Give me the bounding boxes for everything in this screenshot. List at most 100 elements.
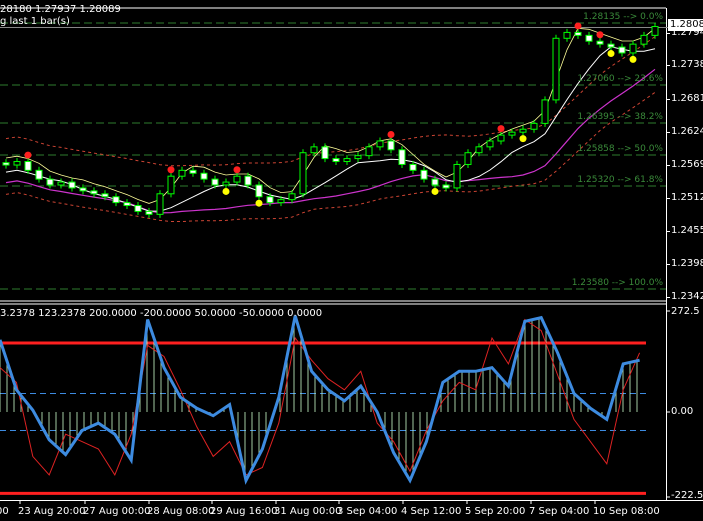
- candle-body: [13, 161, 21, 166]
- candle-body: [409, 163, 417, 171]
- candle-body: [376, 140, 384, 148]
- fib-level-label: 1.23580 --> 100.0%: [571, 278, 663, 288]
- price-tick: [666, 65, 670, 66]
- candle-body: [629, 43, 637, 54]
- candle-body: [277, 199, 285, 204]
- candle-body: [508, 131, 516, 136]
- candle-body: [46, 178, 54, 186]
- time-axis-label: 4 Sep 12:00: [401, 506, 462, 517]
- time-axis-label: 3 Sep 04:00: [337, 506, 398, 517]
- candle-body: [244, 175, 252, 186]
- candle-body: [475, 146, 483, 154]
- price-tick: [666, 132, 670, 133]
- fractal-up-dot: [24, 151, 32, 159]
- price-tick: [666, 165, 670, 166]
- candle-body: [211, 178, 219, 186]
- candle-body: [464, 152, 472, 165]
- candle-body: [90, 190, 98, 195]
- candle-body: [145, 210, 153, 215]
- fractal-down-dot: [431, 187, 439, 195]
- candle-body: [310, 146, 318, 154]
- candle-body: [288, 193, 296, 201]
- fractal-up-dot: [167, 166, 175, 174]
- time-axis-label: 29 Aug 16:00: [210, 506, 278, 517]
- price-axis-label: 1.26815: [671, 93, 703, 104]
- price-axis-label: 1.23425: [671, 291, 703, 302]
- price-tick: [666, 297, 670, 298]
- time-axis-label: 31 Aug 00:00: [274, 506, 342, 517]
- price-axis-label: 1.27385: [671, 59, 703, 70]
- candle-body: [486, 140, 494, 148]
- price-axis-label: 1.25690: [671, 159, 703, 170]
- ohlc-readout: 28180 1.27937 1.28089: [0, 4, 121, 15]
- candle-body: [596, 40, 604, 45]
- fractal-down-dot: [607, 50, 615, 58]
- fractal-down-dot: [255, 199, 263, 207]
- candle-body: [178, 169, 186, 177]
- candle-body: [387, 140, 395, 151]
- price-axis-label: 1.26245: [671, 126, 703, 137]
- fractal-up-dot: [387, 131, 395, 139]
- candle-body: [442, 184, 450, 189]
- candle-body: [24, 161, 32, 171]
- candle-body: [640, 34, 648, 45]
- candle-body: [420, 169, 428, 180]
- candle-body: [156, 193, 164, 215]
- candle-body: [365, 146, 373, 157]
- fractal-up-dot: [233, 166, 241, 174]
- fib-level-label: 1.26395 --> 38.2%: [577, 112, 663, 122]
- candle-body: [167, 175, 175, 195]
- candle-body: [123, 202, 131, 207]
- candle-body: [585, 34, 593, 42]
- candle-body: [332, 158, 340, 163]
- candle-body: [134, 205, 142, 212]
- candle-body: [519, 128, 527, 133]
- fractal-up-dot: [596, 31, 604, 39]
- fractal-down-dot: [629, 55, 637, 63]
- candle-body: [101, 193, 109, 198]
- candle-body: [2, 162, 10, 166]
- candle-body: [607, 43, 615, 48]
- price-tick: [666, 231, 670, 232]
- candle-body: [255, 184, 263, 198]
- fib-level-label: 1.25320 --> 61.8%: [577, 175, 663, 185]
- time-axis-label: 28 Aug 08:00: [147, 506, 215, 517]
- fractal-down-dot: [222, 187, 230, 195]
- candle-body: [68, 181, 76, 189]
- fractal-down-dot: [519, 135, 527, 143]
- candle-body: [57, 181, 65, 186]
- candle-body: [530, 122, 538, 130]
- candle-body: [651, 26, 659, 36]
- indicator-readout: 3.2378 123.2378 200.0000 -200.0000 50.00…: [0, 308, 323, 319]
- candle-body: [563, 31, 571, 39]
- candle-body: [574, 31, 582, 36]
- candle-body: [112, 196, 120, 204]
- price-axis-label: 1.24550: [671, 225, 703, 236]
- envelope-lower: [5, 91, 656, 222]
- candle-body: [299, 152, 307, 195]
- cci-line: [0, 315, 640, 485]
- candle-body: [497, 134, 505, 142]
- price-tick: [666, 99, 670, 100]
- time-axis-label: 10 Sep 08:00: [593, 506, 660, 517]
- fractal-up-dot: [574, 22, 582, 30]
- price-tick: [666, 264, 670, 265]
- candle-body: [618, 46, 626, 54]
- candle-body: [541, 99, 549, 124]
- fib-level-label: 1.25858 --> 50.0%: [577, 144, 663, 154]
- candle-body: [431, 178, 439, 186]
- candle-body: [79, 187, 87, 192]
- fib-level-label: 1.27060 --> 23.6%: [577, 74, 663, 84]
- candle-body: [398, 149, 406, 165]
- candle-body: [222, 181, 230, 186]
- candle-body: [233, 175, 241, 183]
- candle-body: [343, 158, 351, 163]
- indicator-axis-label: -222.5: [671, 490, 703, 501]
- price-axis-label: 1.25120: [671, 192, 703, 203]
- time-axis-label: 7 Sep 04:00: [529, 506, 590, 517]
- time-axis-label: 00: [0, 506, 9, 517]
- candle-body: [321, 146, 329, 160]
- price-tick: [666, 33, 670, 34]
- time-axis-label: 5 Sep 20:00: [465, 506, 526, 517]
- time-axis-label: 23 Aug 20:00: [18, 506, 86, 517]
